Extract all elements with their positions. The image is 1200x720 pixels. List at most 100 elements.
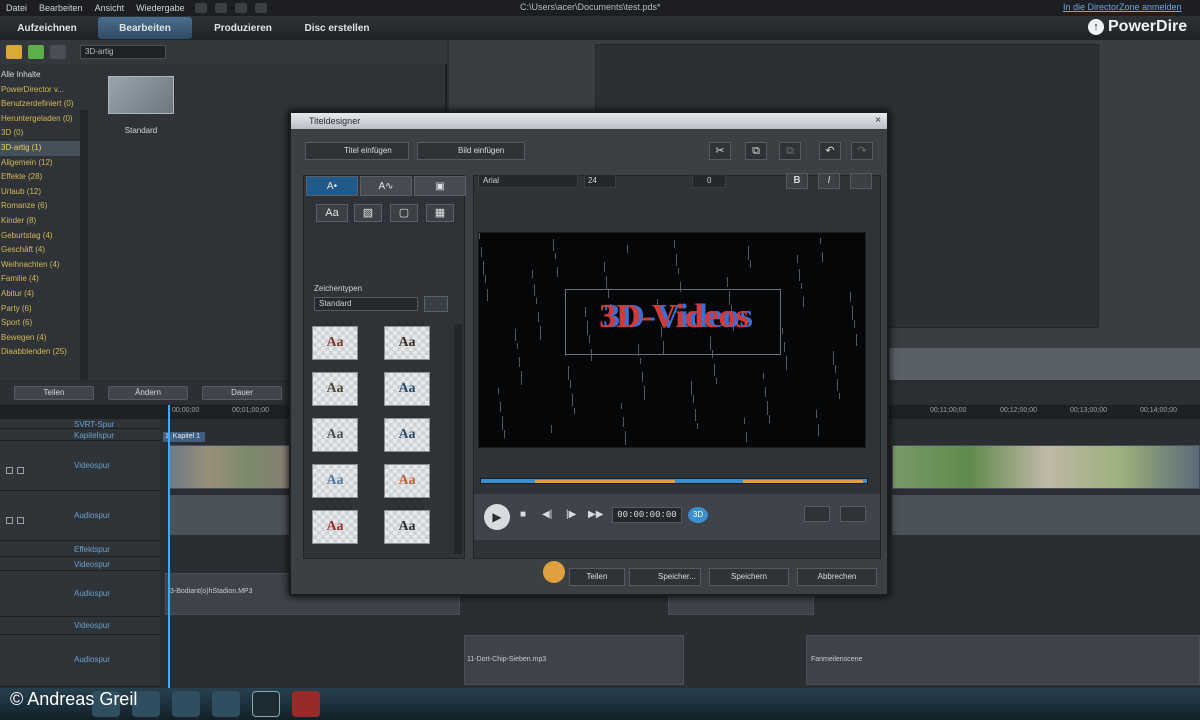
settings-icon[interactable] — [254, 3, 267, 13]
menu-edit[interactable]: Bearbeiten — [33, 3, 89, 13]
title-canvas[interactable]: 3D-Videos — [478, 232, 866, 448]
taskbar-app-icon[interactable] — [212, 691, 240, 717]
next-frame-icon[interactable]: |▶ — [566, 509, 576, 520]
category-item[interactable]: Bewegen (4) — [0, 331, 80, 346]
save-icon[interactable] — [194, 3, 207, 13]
director-zone-link[interactable]: In die DirectorZone anmelden — [1063, 2, 1182, 12]
audio-clip[interactable]: Fanmeilenscene — [806, 635, 1200, 685]
audio-clip[interactable] — [168, 495, 290, 535]
stop-icon[interactable]: ■ — [520, 509, 526, 520]
tab-background[interactable]: ▣ — [414, 176, 466, 196]
category-item[interactable]: Weihnachten (4) — [0, 258, 80, 273]
timeline-playhead[interactable] — [168, 405, 170, 690]
category-item[interactable]: Geschäft (4) — [0, 243, 80, 258]
category-item[interactable]: Benutzerdefiniert (0) — [0, 97, 80, 112]
category-item[interactable]: Effekte (28) — [0, 170, 80, 185]
char-type-select[interactable]: Standard — [314, 297, 418, 311]
shadow-icon[interactable]: ▧ — [354, 204, 382, 222]
tab-motion[interactable]: A∿ — [360, 176, 412, 196]
title-text[interactable]: 3D-Videos — [566, 298, 782, 336]
share-button[interactable]: Teilen — [569, 568, 625, 586]
taskbar-app-icon[interactable] — [252, 691, 280, 717]
category-item[interactable]: Kinder (8) — [0, 214, 80, 229]
library-filter-select[interactable]: 3D-artig — [80, 45, 166, 59]
category-item[interactable]: Familie (4) — [0, 272, 80, 287]
style-preset[interactable]: Aa — [312, 464, 358, 498]
redo-icon[interactable] — [234, 3, 247, 13]
category-item[interactable]: Urlaub (12) — [0, 185, 80, 200]
save-button[interactable]: Speichern — [709, 568, 789, 586]
category-item[interactable]: Alle Inhalte — [0, 68, 80, 83]
category-item[interactable]: Heruntergeladen (0) — [0, 112, 80, 127]
menu-file[interactable]: Datei — [0, 3, 33, 13]
3d-mode-button[interactable]: 3D — [688, 507, 708, 523]
style-preset[interactable]: Aa — [384, 510, 430, 544]
preset-scrollbar[interactable] — [454, 324, 462, 554]
category-item[interactable]: Diaabblenden (25) — [0, 345, 80, 360]
tab-edit[interactable]: Bearbeiten — [98, 17, 192, 39]
category-item[interactable]: 3D-artig (1) — [0, 140, 80, 156]
lock-icon[interactable] — [17, 517, 24, 524]
style-preset[interactable]: Aa — [312, 372, 358, 406]
tab-create-disc[interactable]: Disc erstellen — [290, 17, 384, 39]
lock-icon[interactable] — [17, 467, 24, 474]
category-scrollbar[interactable] — [80, 110, 88, 380]
category-item[interactable]: Sport (6) — [0, 316, 80, 331]
align-icon[interactable] — [850, 173, 872, 189]
tab-text-style[interactable]: A• — [306, 176, 358, 196]
tab-produce[interactable]: Produzieren — [196, 17, 290, 39]
directorzone-icon[interactable] — [28, 45, 44, 59]
undo-icon[interactable]: ↶ — [819, 142, 841, 160]
style-preset[interactable]: Aa — [384, 372, 430, 406]
play-button[interactable]: ▶ — [484, 504, 510, 530]
style-preset[interactable]: Aa — [312, 326, 358, 360]
video-clip[interactable] — [892, 445, 1200, 489]
template-thumbnail[interactable] — [108, 76, 174, 114]
font-select[interactable]: Arial — [478, 174, 578, 188]
category-item[interactable]: 3D (0) — [0, 126, 80, 141]
split-button[interactable]: Teilen — [14, 386, 94, 400]
category-item[interactable]: Romanze (6) — [0, 199, 80, 214]
preset-menu-icon[interactable] — [424, 296, 448, 312]
previous-frame-icon[interactable]: ◀| — [542, 509, 552, 520]
style-preset[interactable]: Aa — [312, 418, 358, 452]
audio-clip[interactable]: 11-Dort-Chip-Sieben.mp3 — [464, 635, 684, 685]
category-item[interactable]: Allgemein (12) — [0, 156, 80, 171]
char-spacing-select[interactable]: 0 — [692, 174, 726, 188]
mute-checkbox[interactable] — [6, 517, 13, 524]
menu-view[interactable]: Ansicht — [89, 3, 131, 13]
category-item[interactable]: Abitur (4) — [0, 287, 80, 302]
duration-button[interactable]: Dauer — [202, 386, 282, 400]
italic-button[interactable]: I — [818, 173, 840, 189]
copy-icon[interactable]: ⧉ — [745, 142, 767, 160]
style-preset[interactable]: Aa — [384, 464, 430, 498]
insert-image-button[interactable]: Bild einfügen — [417, 142, 525, 160]
taskbar-app-icon[interactable] — [172, 691, 200, 717]
import-folder-icon[interactable] — [6, 45, 22, 59]
taskbar-app-icon[interactable] — [292, 691, 320, 717]
border-icon[interactable]: ▢ — [390, 204, 418, 222]
tab-capture[interactable]: Aufzeichnen — [0, 17, 94, 39]
timecode-display[interactable]: 00:00:00:00 — [612, 507, 682, 523]
category-item[interactable]: Party (6) — [0, 302, 80, 317]
visibility-checkbox[interactable] — [6, 467, 13, 474]
redo-icon[interactable]: ↷ — [851, 142, 873, 160]
paste-icon[interactable]: ⧉ — [779, 142, 801, 160]
audio-clip[interactable] — [892, 495, 1200, 535]
plugin-icon[interactable] — [50, 45, 66, 59]
close-icon[interactable]: × — [875, 115, 881, 126]
category-item[interactable]: Geburtstag (4) — [0, 229, 80, 244]
font-face-button[interactable]: Aa — [316, 204, 348, 222]
timeline-scrubber[interactable] — [480, 478, 868, 484]
undo-icon[interactable] — [214, 3, 227, 13]
title-text-box[interactable]: 3D-Videos — [565, 289, 781, 355]
modify-button[interactable]: Ändern — [108, 386, 188, 400]
cut-icon[interactable]: ✂ — [709, 142, 731, 160]
display-mode-icon[interactable] — [840, 506, 866, 522]
style-preset[interactable]: Aa — [384, 418, 430, 452]
safe-zone-icon[interactable] — [804, 506, 830, 522]
font-size-select[interactable]: 24 — [584, 174, 616, 188]
fast-forward-icon[interactable]: ▶▶ — [588, 509, 603, 520]
cancel-button[interactable]: Abbrechen — [797, 568, 877, 586]
insert-title-button[interactable]: Titel einfügen — [305, 142, 409, 160]
